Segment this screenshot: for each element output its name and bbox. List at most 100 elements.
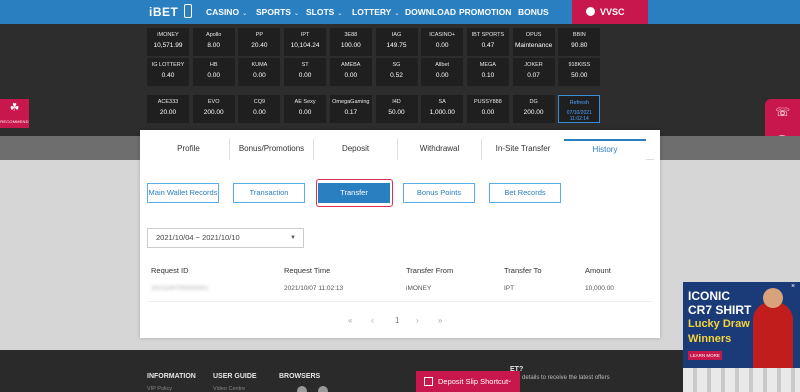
nav-download[interactable]: DOWNLOAD [405, 7, 456, 17]
col-amount: Amount [585, 266, 611, 275]
refresh-time: 11:02:14 [569, 116, 589, 122]
tab-profile[interactable]: Profile [148, 139, 230, 160]
footer-information: INFORMATION [147, 373, 196, 380]
wallet-cell: 918KISS 50.00 [558, 58, 601, 86]
footer-browsers: BROWSERS [279, 373, 321, 380]
wallet-cell: AE Sexy 0.00 [284, 95, 327, 123]
browser-icon[interactable] [297, 386, 307, 392]
cell-transfer-to: IPT [504, 285, 515, 292]
learn-more-button[interactable]: LEARN MORE [688, 351, 722, 360]
pager-page[interactable]: 1 [395, 316, 399, 325]
user-menu-button[interactable]: VVSC [572, 0, 648, 24]
nav-lottery[interactable]: LOTTERY ⌄ [352, 7, 399, 17]
tab-in-site-transfer[interactable]: In-Site Transfer [482, 139, 564, 160]
browser-icon[interactable] [318, 386, 328, 392]
nav-promotion[interactable]: PROMOTION [459, 7, 511, 17]
cell-amount: 10,000.00 [585, 285, 614, 292]
wallet-balance: 0.00 [253, 72, 266, 79]
wallet-name: OmegaGaming [332, 99, 370, 105]
wallet-name: CQ9 [253, 99, 266, 105]
wallet-balance: 90.80 [571, 42, 588, 49]
wallet-cell: ICASINO+ 0.00 [421, 28, 464, 56]
wallet-panel: iMONEY 10,571.99 Apollo 8.00 PP 20.40 IPT 10,10… [0, 24, 800, 136]
transaction-button[interactable]: Transaction [233, 183, 305, 203]
wallet-cell: OmegaGaming 0.17 [329, 95, 372, 123]
pager-next[interactable]: › [416, 316, 419, 325]
pager-prev[interactable]: ‹ [371, 316, 374, 325]
wallet-name: JOKER [524, 62, 543, 68]
wallet-balance: 20.40 [251, 42, 268, 49]
chevron-down-icon: ⌄ [337, 11, 343, 17]
wallet-cell: ST 0.00 [284, 58, 327, 86]
wallet-cell: DG 200.00 [512, 95, 555, 123]
wallet-cell: IPT 10,104.24 [284, 28, 327, 56]
recommend-button[interactable]: ☘ RECOMMEND [0, 99, 29, 128]
wallet-name: PP [255, 32, 264, 38]
wallet-balance: 0.47 [481, 42, 495, 49]
date-range-select[interactable]: 2021/10/04 ~ 2021/10/10 ▼ [147, 228, 304, 248]
nav-casino[interactable]: CASINO ⌄ [206, 7, 247, 17]
wallet-cell: I4D 50.00 [375, 95, 418, 123]
wallet-name: IBT SPORTS [471, 32, 505, 38]
tab-deposit[interactable]: Deposit [314, 139, 398, 160]
wallet-name: iMONEY [157, 32, 179, 38]
wallet-name: ACE333 [157, 99, 179, 105]
wallet-cell: OPUS Maintenance [512, 28, 555, 56]
wallet-cell: AMEBA 0.00 [329, 58, 372, 86]
bet-records-button[interactable]: Bet Records [489, 183, 561, 203]
bonus-points-button[interactable]: Bonus Points [403, 183, 475, 203]
wallet-balance: 0.00 [298, 72, 312, 79]
nav-bonus[interactable]: BONUS [518, 7, 549, 17]
cell-transfer-from: iMONEY [406, 285, 432, 292]
wallet-balance: 0.07 [527, 72, 540, 79]
footer-stay-text: details to receive the latest offers [522, 375, 610, 381]
tab-bonus-promotions[interactable]: Bonus/Promotions [230, 139, 314, 160]
wallet-balance: 200.00 [523, 109, 544, 116]
refresh-balance-button[interactable]: Refresh 07/10/2021 11:02:14 [558, 95, 601, 123]
close-icon[interactable]: × [791, 283, 799, 291]
top-nav: iBET CASINO ⌄ SPORTS ⌄ SLOTS ⌄ LOTTERY ⌄ DOW… [0, 0, 800, 24]
wallet-name: 3E88 [344, 32, 358, 38]
wallet-cell: SG 0.52 [375, 58, 418, 86]
wallet-cell: MEGA 0.10 [466, 58, 509, 86]
wallet-cell: 3E88 100.00 [329, 28, 372, 56]
wallet-balance: 0.00 [481, 109, 495, 116]
wallet-balance: 0.52 [390, 72, 403, 79]
nav-slots[interactable]: SLOTS ⌄ [306, 7, 342, 17]
deposit-slip-shortcut-button[interactable]: Deposit Slip Shortcut ⌄ [416, 371, 520, 392]
nav-sports[interactable]: SPORTS ⌄ [256, 7, 299, 17]
logo[interactable]: iBET [149, 5, 178, 19]
wallet-cell: SA 1,000.00 [421, 95, 464, 123]
pager-last[interactable]: » [438, 316, 442, 325]
wallet-cell: Apollo 8.00 [192, 28, 235, 56]
wallet-name: MEGA [479, 62, 496, 68]
main-wallet-records-button[interactable]: Main Wallet Records [147, 183, 219, 203]
wallet-balance: 0.00 [298, 109, 312, 116]
headset-icon[interactable]: ☏ [775, 105, 790, 119]
wallet-cell: IG LOTTERY 0.40 [147, 58, 189, 86]
chevron-down-icon: ⌄ [293, 11, 299, 17]
chevron-down-icon: ⌄ [242, 11, 248, 17]
mobile-phone-icon[interactable] [184, 4, 192, 18]
wallet-cell: PP 20.40 [238, 28, 281, 56]
wallet-name: SA [438, 99, 446, 105]
cell-request-time: 2021/10/07 11:02:13 [284, 285, 344, 292]
pager-first[interactable]: « [348, 316, 352, 325]
wallet-name: Allbet [435, 62, 450, 68]
wallet-balance: 0.17 [344, 109, 358, 116]
wallet-name: AE Sexy [294, 99, 316, 105]
row-divider [147, 301, 652, 302]
tab-withdrawal[interactable]: Withdrawal [398, 139, 482, 160]
promo-banner[interactable]: ICONIC CR7 SHIRT Lucky Draw Winners LEAR… [683, 282, 800, 392]
tab-history[interactable]: History [564, 139, 646, 160]
user-icon [586, 7, 595, 16]
wallet-cell: IBT SPORTS 0.47 [466, 28, 509, 56]
wallet-balance: 0.10 [481, 72, 495, 79]
wallet-name: ST [301, 62, 309, 68]
footer-vip-policy[interactable]: VIP Policy [147, 386, 172, 392]
wallet-balance: 20.00 [159, 109, 177, 116]
footer-video-centre[interactable]: Video Centre [213, 386, 245, 392]
col-request-id: Request ID [151, 266, 189, 275]
wallet-name: ICASINO+ [429, 32, 456, 38]
transfer-button[interactable]: Transfer [318, 183, 390, 203]
